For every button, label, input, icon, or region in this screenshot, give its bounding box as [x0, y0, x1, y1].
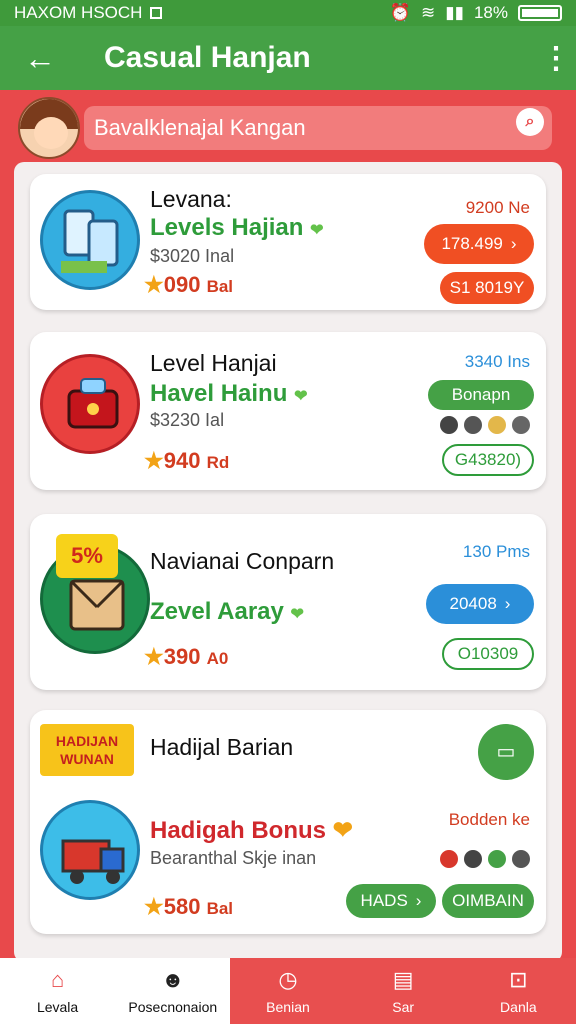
card-title: Navianai Conparn — [150, 548, 335, 574]
secondary-button[interactable]: O10309 — [442, 638, 534, 670]
card-info: $3020 Inal — [150, 246, 235, 266]
card-title: Level Hanjai — [150, 350, 277, 376]
color-dots — [440, 416, 530, 434]
search-input[interactable]: Bavalklenajal Kangan — [84, 106, 552, 150]
heart-icon: ❤ — [290, 606, 304, 623]
battery-percent: 18% — [473, 3, 508, 22]
chevron-right-icon: › — [415, 891, 422, 910]
search-icon[interactable]: ⌕ — [516, 108, 544, 136]
card-subtitle: Hadigah Bonus ❤ — [150, 817, 353, 844]
star-icon: ★ — [144, 644, 164, 669]
star-icon: ★ — [144, 894, 164, 919]
phone-app-icon — [40, 190, 140, 290]
chevron-right-icon: › — [504, 594, 511, 613]
card-subtitle: Zevel Aaray ❤ — [150, 598, 304, 625]
card-subtitle: Havel Hainu ❤ — [150, 380, 308, 407]
nav-item-levala[interactable]: ⌂ Levala — [0, 958, 116, 1024]
signal-icon: ▮▮ — [445, 3, 464, 22]
list-item[interactable]: Level Hanjai Havel Hainu ❤ $3230 Ial ★94… — [30, 332, 546, 490]
card-subtitle: Levels Hajian ❤ — [150, 214, 324, 241]
list-item[interactable]: 5% Navianai Conparn Zevel Aaray ❤ ★390 A… — [30, 514, 546, 690]
chevron-right-icon: › — [510, 234, 517, 253]
nav-item-sar[interactable]: ▤ Sar — [345, 958, 461, 1024]
search-bar: Bavalklenajal Kangan ⌕ — [18, 97, 556, 159]
primary-button[interactable]: HADS › — [346, 884, 436, 918]
nav-label: Sar — [392, 999, 415, 1015]
status-text: HAXOM HSOCH — [14, 3, 143, 22]
notification-icon — [150, 7, 163, 19]
card-title: Levana: — [150, 186, 232, 212]
book-icon: ▤ — [392, 967, 414, 992]
secondary-button[interactable]: G43820) — [442, 444, 534, 476]
card-rating: ★580 Bal — [144, 894, 234, 919]
heart-icon: ❤ — [294, 388, 308, 405]
gift-bag-icon — [40, 354, 140, 454]
promo-banner: HADIJAN WUNAN — [40, 724, 134, 776]
app-bar: ← Casual Hanjan ⋮ — [0, 26, 576, 90]
gift-icon: ⊡ — [509, 967, 528, 992]
back-arrow-icon[interactable]: ← — [0, 40, 80, 77]
bottom-nav: ⌂ Levala ☻ Posecnonaion ◷ Benian ▤ Sar ⊡… — [0, 958, 576, 1024]
color-dots — [440, 850, 530, 868]
nav-item-danla[interactable]: ⊡ Danla — [460, 958, 576, 1024]
card-meta: 130 Pms — [462, 542, 530, 561]
primary-button[interactable]: Bonapn — [428, 380, 534, 410]
nav-label: Levala — [36, 999, 79, 1015]
nav-item-benian[interactable]: ◷ Benian — [230, 958, 346, 1024]
card-rating: ★390 A0 — [144, 644, 229, 669]
heart-icon: ❤ — [310, 222, 324, 239]
star-icon: ★ — [144, 272, 164, 297]
timer-icon: ◷ — [278, 967, 298, 992]
battery-icon — [518, 5, 562, 21]
nav-item-posecnonaion[interactable]: ☻ Posecnonaion — [115, 958, 231, 1024]
wifi-icon: ≋ — [421, 3, 436, 22]
status-bar: HAXOM HSOCH ⏰ ≋ ▮▮ 18% — [0, 0, 576, 26]
list-item[interactable]: HADIJAN WUNAN Hadijal Barian Hadigah Bon… — [30, 710, 546, 934]
profile-icon: ☻ — [161, 967, 185, 992]
card-meta: 9200 Ne — [465, 198, 530, 217]
avatar-face — [34, 117, 68, 149]
card-title: Hadijal Barian — [150, 734, 294, 760]
home-icon: ⌂ — [50, 967, 65, 992]
card-rating: ★090 Bal — [144, 272, 234, 297]
primary-button[interactable]: 20408 › — [426, 584, 534, 624]
nav-label: Posecnonaion — [128, 999, 218, 1015]
search-value: Bavalklenajal Kangan — [94, 115, 306, 140]
avatar[interactable] — [18, 97, 80, 159]
card-info: $3230 Ial — [150, 410, 225, 430]
card-info: Bearanthal Skje inan — [150, 848, 317, 868]
primary-button[interactable]: 178.499 › — [424, 224, 534, 264]
star-icon: ★ — [144, 448, 164, 473]
secondary-button[interactable]: OIMBAIN — [442, 884, 534, 918]
discount-badge: 5% — [56, 534, 118, 578]
alarm-icon: ⏰ — [389, 3, 411, 22]
chat-button[interactable]: ▭ — [478, 724, 534, 780]
nav-label: Benian — [266, 999, 310, 1015]
card-rating: ★940 Rd — [144, 448, 230, 473]
card-meta: 3340 Ins — [464, 352, 530, 371]
more-vert-icon[interactable]: ⋮ — [536, 41, 576, 76]
card-meta: Bodden ke — [448, 810, 530, 829]
content-panel: Levana: Levels Hajian ❤ $3020 Inal ★090 … — [14, 162, 562, 962]
secondary-button[interactable]: S1 8019Y — [440, 272, 534, 304]
heart-icon: ❤ — [332, 817, 353, 844]
nav-label: Danla — [500, 999, 537, 1015]
list-item[interactable]: Levana: Levels Hajian ❤ $3020 Inal ★090 … — [30, 174, 546, 310]
truck-icon — [40, 800, 140, 900]
page-title: Casual Hanjan — [104, 41, 311, 74]
